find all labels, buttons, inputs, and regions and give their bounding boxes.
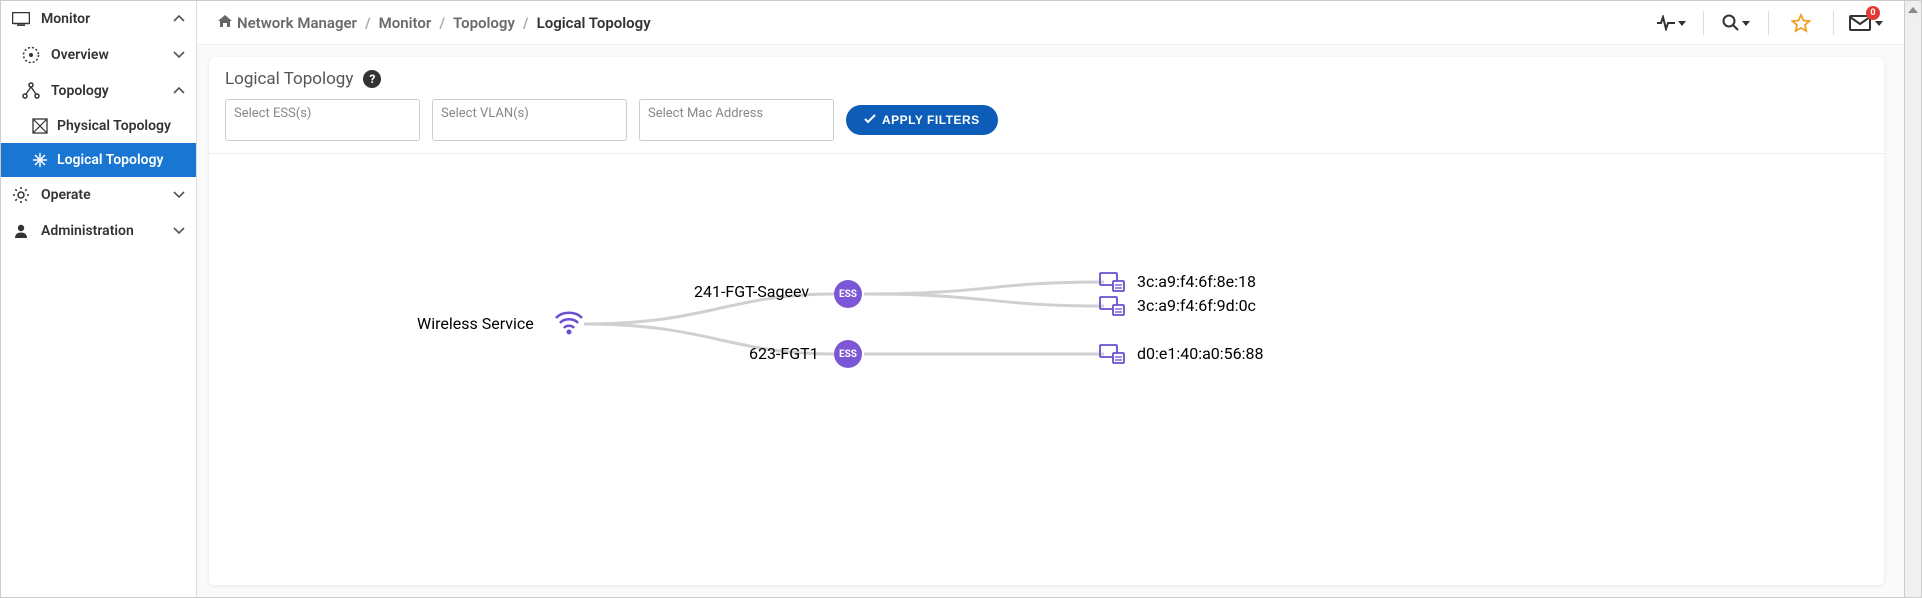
nav-label: Logical Topology <box>57 152 163 168</box>
favorite-button[interactable] <box>1783 8 1819 38</box>
nav-operate[interactable]: Operate <box>1 177 196 213</box>
filter-row: Select ESS(s) Select VLAN(s) Select Mac … <box>209 99 1884 153</box>
crumb-topology[interactable]: Topology <box>453 14 515 32</box>
physical-topology-icon <box>31 117 49 135</box>
nav-label: Physical Topology <box>57 118 171 134</box>
home-icon <box>217 14 233 32</box>
main-content: Network Manager / Monitor / Topology / L… <box>197 1 1904 597</box>
nav-topology[interactable]: Topology <box>1 73 196 109</box>
nav-label: Operate <box>41 187 172 203</box>
nav-label: Topology <box>51 83 172 99</box>
ess-node-icon[interactable]: ESS <box>834 340 862 368</box>
breadcrumb: Network Manager / Monitor / Topology / L… <box>217 14 1653 32</box>
root-node-label[interactable]: Wireless Service <box>417 314 534 333</box>
activity-button[interactable] <box>1653 8 1689 38</box>
logical-topology-icon <box>31 151 49 169</box>
crumb-monitor[interactable]: Monitor <box>379 14 432 32</box>
ess-node-label[interactable]: 241-FGT-Sageev <box>694 282 809 301</box>
apply-filters-button[interactable]: APPLY FILTERS <box>846 105 998 135</box>
gear-icon <box>11 185 31 205</box>
panel: Logical Topology ? Select ESS(s) Select … <box>209 57 1884 585</box>
header-actions: 0 <box>1653 8 1884 38</box>
placeholder: Select ESS(s) <box>234 104 311 121</box>
device-icon[interactable] <box>1099 296 1125 316</box>
messages-button[interactable]: 0 <box>1848 8 1884 38</box>
sidebar: Monitor Overview Topology Physical Topol… <box>1 1 197 597</box>
nav-administration[interactable]: Administration <box>1 213 196 249</box>
ess-badge: ESS <box>834 280 862 308</box>
search-button[interactable] <box>1718 8 1754 38</box>
mac-select[interactable]: Select Mac Address <box>639 99 834 141</box>
scrollbar[interactable] <box>1904 1 1921 597</box>
placeholder: Select Mac Address <box>648 104 763 121</box>
nav-monitor[interactable]: Monitor <box>1 1 196 37</box>
topology-links <box>209 154 1884 585</box>
ess-badge: ESS <box>834 340 862 368</box>
ess-select[interactable]: Select ESS(s) <box>225 99 420 141</box>
device-mac[interactable]: d0:e1:40:a0:56:88 <box>1137 344 1264 363</box>
device-mac[interactable]: 3c:a9:f4:6f:8e:18 <box>1137 272 1256 291</box>
panel-title: Logical Topology <box>225 69 353 89</box>
crumb-current: Logical Topology <box>537 14 651 32</box>
device-mac[interactable]: 3c:a9:f4:6f:9d:0c <box>1137 296 1256 315</box>
panel-header: Logical Topology ? <box>209 57 1884 99</box>
monitor-icon <box>11 9 31 29</box>
nav-label: Monitor <box>41 11 172 27</box>
chevron-up-icon <box>172 84 186 98</box>
nav-logical-topology[interactable]: Logical Topology <box>1 143 196 177</box>
ess-node-icon[interactable]: ESS <box>834 280 862 308</box>
nav-physical-topology[interactable]: Physical Topology <box>1 109 196 143</box>
help-icon[interactable]: ? <box>363 70 381 88</box>
topology-icon <box>21 81 41 101</box>
ess-node-label[interactable]: 623-FGT1 <box>749 344 819 363</box>
wifi-icon[interactable] <box>554 309 584 335</box>
nav-overview[interactable]: Overview <box>1 37 196 73</box>
topology-canvas[interactable]: Wireless Service 241-FGT-Sageev ESS 623-… <box>209 153 1884 585</box>
header: Network Manager / Monitor / Topology / L… <box>197 1 1904 45</box>
chevron-down-icon <box>172 48 186 62</box>
scroll-up-icon[interactable] <box>1905 1 1921 18</box>
nav-label: Overview <box>51 47 172 63</box>
placeholder: Select VLAN(s) <box>441 104 529 121</box>
user-icon <box>11 221 31 241</box>
vlan-select[interactable]: Select VLAN(s) <box>432 99 627 141</box>
chevron-down-icon <box>172 224 186 238</box>
overview-icon <box>21 45 41 65</box>
chevron-up-icon <box>172 12 186 26</box>
caret-down-icon <box>1678 15 1686 31</box>
check-icon <box>864 113 876 127</box>
nav-label: Administration <box>41 223 172 239</box>
notification-badge: 0 <box>1866 6 1880 20</box>
device-icon[interactable] <box>1099 272 1125 292</box>
button-label: APPLY FILTERS <box>882 113 980 127</box>
caret-down-icon <box>1742 15 1750 31</box>
crumb-root[interactable]: Network Manager <box>237 14 357 32</box>
device-icon[interactable] <box>1099 344 1125 364</box>
chevron-down-icon <box>172 188 186 202</box>
